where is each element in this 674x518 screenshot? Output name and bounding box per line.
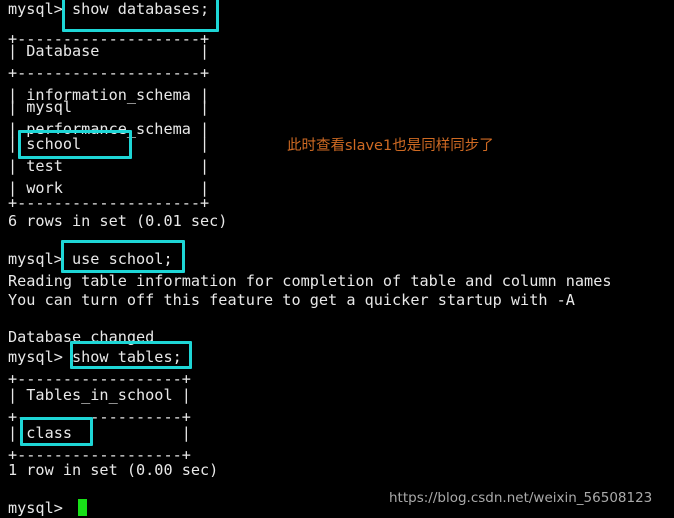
terminal-line: | mysql | bbox=[8, 98, 210, 116]
watermark-text: https://blog.csdn.net/weixin_56508123 bbox=[389, 490, 653, 506]
highlight-box-school-database-row bbox=[18, 130, 132, 159]
highlight-box-class-table-row bbox=[20, 417, 93, 446]
terminal-line: | Database | bbox=[8, 42, 210, 60]
highlight-box-show-tables-command bbox=[70, 341, 192, 369]
terminal-line: 6 rows in set (0.01 sec) bbox=[8, 212, 228, 230]
terminal-screenshot: mysql> show databases; +-----------------… bbox=[0, 0, 674, 518]
terminal-line: 1 row in set (0.00 sec) bbox=[8, 461, 219, 479]
terminal-cursor bbox=[78, 499, 87, 516]
highlight-box-use-school-command bbox=[61, 240, 185, 273]
highlight-box-show-databases-command bbox=[62, 0, 219, 32]
annotation-note: 此时查看slave1也是同样同步了 bbox=[287, 138, 494, 154]
terminal-line: | Tables_in_school | bbox=[8, 386, 191, 404]
terminal-line: You can turn off this feature to get a q… bbox=[8, 291, 575, 309]
terminal-line: mysql> bbox=[8, 499, 63, 517]
terminal-line: +--------------------+ bbox=[8, 64, 210, 82]
